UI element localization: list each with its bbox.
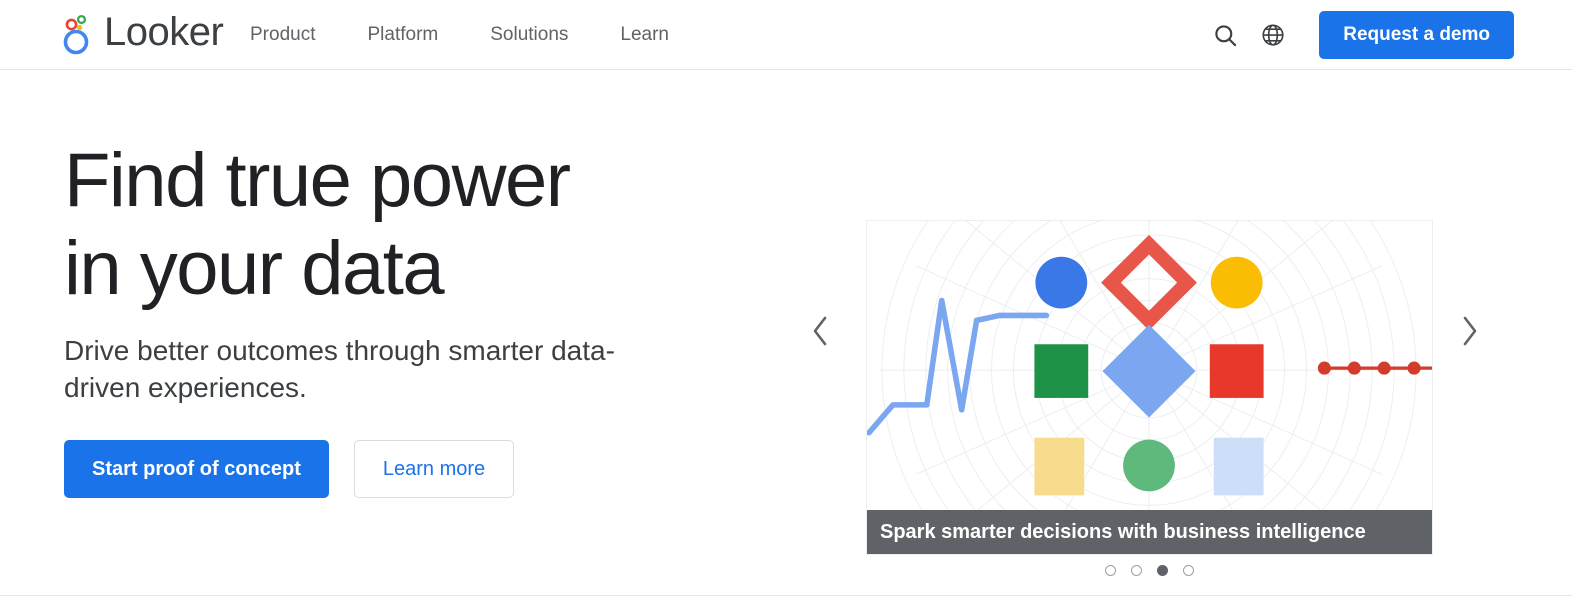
carousel-dot-1[interactable] (1105, 565, 1116, 576)
hero-carousel: Spark smarter decisions with business in… (790, 145, 1520, 576)
site-header: Looker Product Platform Solutions Learn (0, 0, 1572, 70)
globe-icon (1260, 22, 1286, 48)
page-title: Find true power in your data (64, 137, 764, 313)
header-actions: Request a demo (1201, 0, 1514, 70)
brand-name: Looker (104, 10, 224, 54)
hero-subtitle: Drive better outcomes through smarter da… (64, 335, 615, 403)
carousel-dot-2[interactable] (1131, 565, 1142, 576)
shape-square-red (1209, 344, 1264, 398)
carousel-next-button[interactable] (1448, 310, 1492, 354)
shape-circle-light-green (1123, 439, 1175, 492)
hero-cta-group: Start proof of concept Learn more (64, 440, 764, 498)
start-proof-of-concept-button[interactable]: Start proof of concept (64, 440, 329, 498)
hero-copy: Find true power in your data Drive bette… (64, 137, 764, 498)
nav-item-solutions[interactable]: Solutions (464, 14, 594, 56)
carousel-prev-button[interactable] (798, 310, 842, 354)
nav-item-product[interactable]: Product (250, 14, 341, 56)
main-nav: Product Platform Solutions Learn (250, 0, 695, 70)
carousel-slide[interactable]: Spark smarter decisions with business in… (866, 220, 1433, 555)
shape-square-green (1034, 344, 1089, 398)
carousel-caption: Spark smarter decisions with business in… (867, 510, 1432, 554)
chevron-right-icon (1459, 314, 1481, 351)
brand-logo-link[interactable]: Looker (60, 8, 224, 56)
carousel-artwork (867, 221, 1432, 554)
hero-section: Find true power in your data Drive bette… (0, 70, 1572, 595)
search-icon (1212, 22, 1239, 49)
carousel-dots (866, 565, 1433, 576)
looker-logo-icon (60, 8, 94, 56)
shape-square-light-yellow (1034, 437, 1085, 496)
chevron-left-icon (809, 314, 831, 351)
nav-item-learn[interactable]: Learn (594, 14, 695, 56)
shape-circle-blue (1035, 256, 1088, 309)
hero-title-line-1: Find true power (64, 138, 571, 223)
nav-item-platform[interactable]: Platform (341, 14, 464, 56)
shape-diamond-blue (1102, 324, 1196, 418)
dotted-line-series (1317, 361, 1432, 375)
shape-circle-yellow (1210, 256, 1263, 309)
hero-title-line-2: in your data (64, 226, 445, 311)
line-chart-path (867, 297, 1050, 436)
request-demo-button[interactable]: Request a demo (1319, 11, 1514, 59)
carousel-dot-3[interactable] (1157, 565, 1168, 576)
language-button[interactable] (1249, 11, 1297, 59)
learn-more-button[interactable]: Learn more (353, 440, 515, 498)
page-divider (0, 595, 1572, 596)
carousel-dot-4[interactable] (1183, 565, 1194, 576)
search-button[interactable] (1201, 11, 1249, 59)
shape-square-light-blue (1213, 437, 1264, 496)
